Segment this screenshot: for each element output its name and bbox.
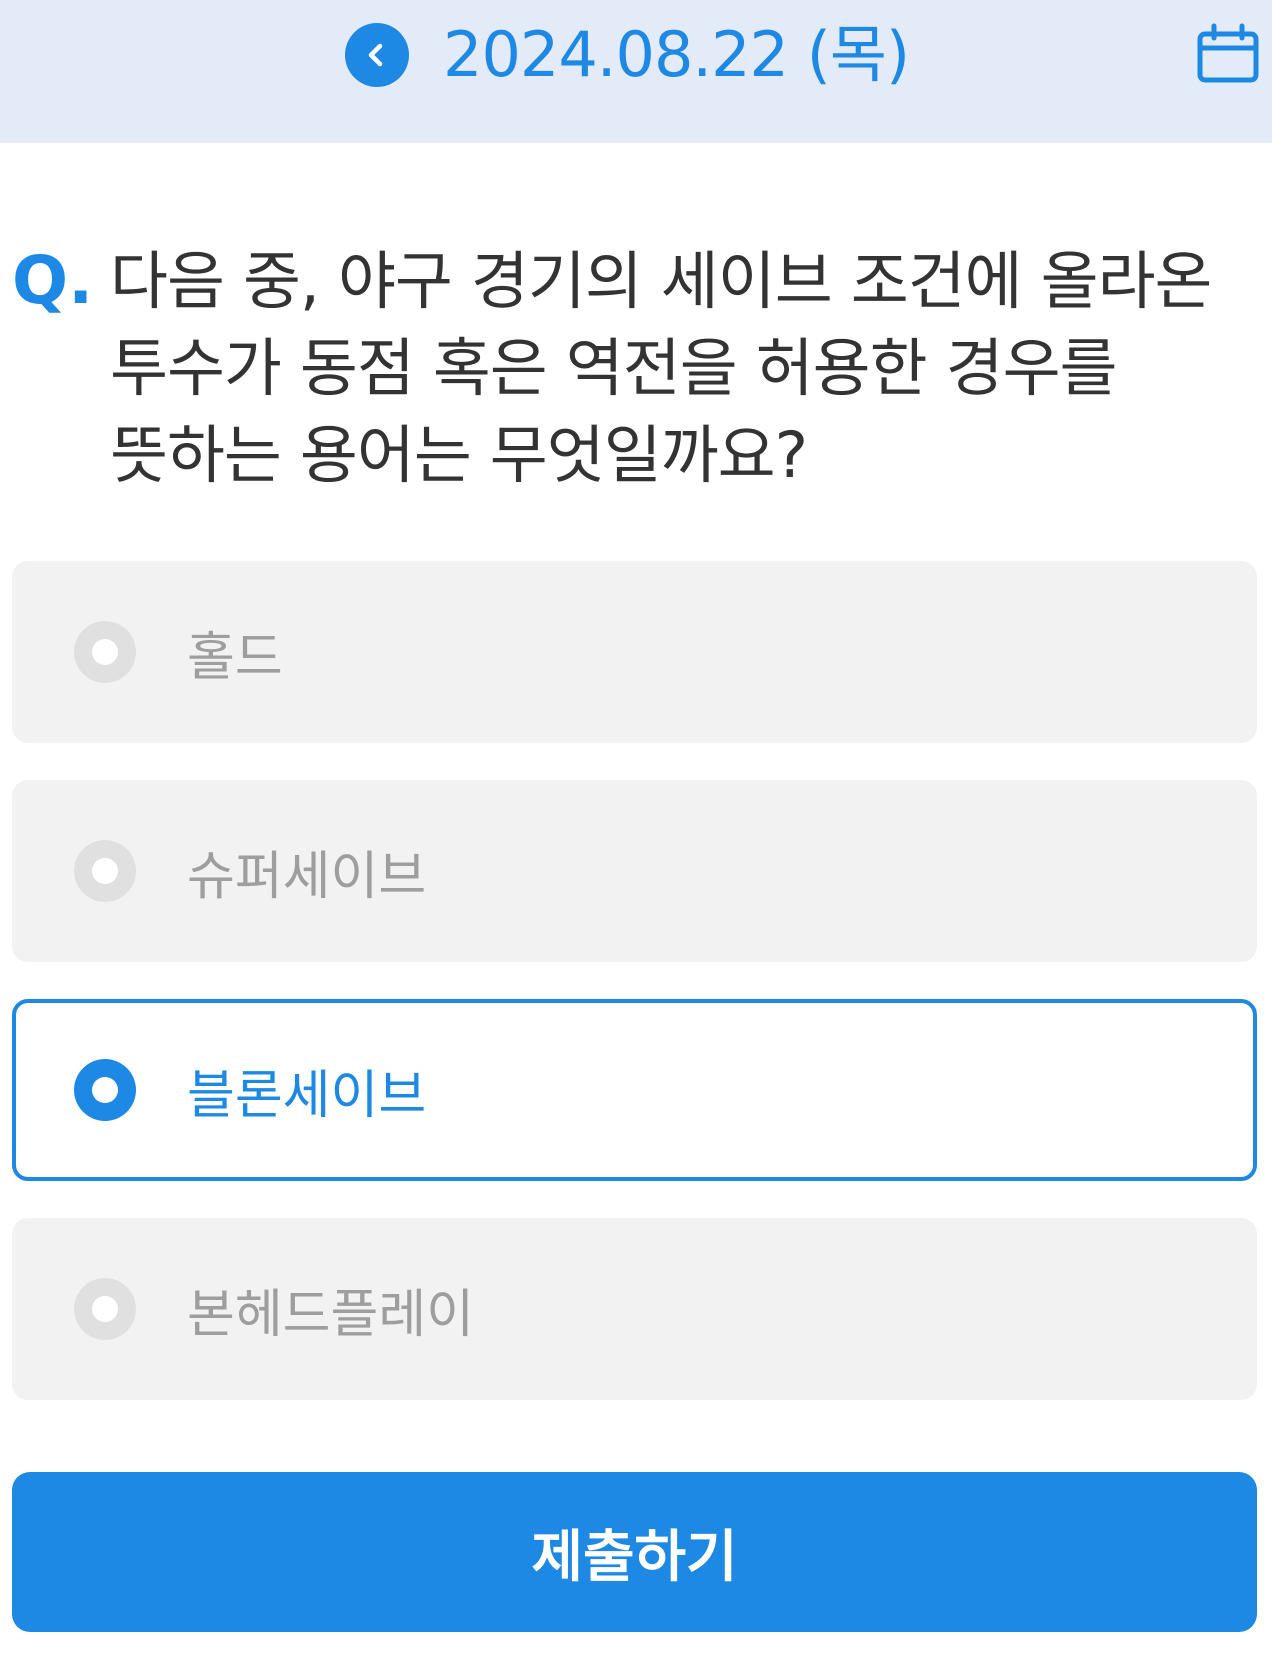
answer-option-4[interactable]: 본헤드플레이 xyxy=(12,1218,1257,1400)
radio-button-selected[interactable] xyxy=(74,1059,136,1121)
current-date: 2024.08.22 (목) xyxy=(443,18,910,91)
top-date-bar: 2024.08.22 (목) xyxy=(0,0,1272,143)
answer-option-label: 블론세이브 xyxy=(187,1065,427,1126)
radio-button-unselected[interactable] xyxy=(74,1278,136,1340)
question-text: 다음 중, 야구 경기의 세이브 조건에 올라온 투수가 동점 혹은 역전을 허… xyxy=(110,245,1213,492)
previous-day-button[interactable] xyxy=(345,23,409,87)
radio-button-unselected[interactable] xyxy=(74,840,136,902)
chevron-left-icon xyxy=(368,43,383,67)
answer-option-label: 본헤드플레이 xyxy=(187,1284,475,1345)
answer-option-label: 홀드 xyxy=(187,627,283,688)
answer-option-2[interactable]: 슈퍼세이브 xyxy=(12,780,1257,962)
answer-option-1[interactable]: 홀드 xyxy=(12,561,1257,743)
question-marker: Q. xyxy=(12,242,94,319)
radio-button-unselected[interactable] xyxy=(74,621,136,683)
answer-option-3[interactable]: 블론세이브 xyxy=(12,999,1257,1181)
answer-option-label: 슈퍼세이브 xyxy=(187,846,427,907)
date-navigator: 2024.08.22 (목) xyxy=(345,18,910,92)
calendar-icon xyxy=(1197,23,1259,83)
submit-button[interactable]: 제출하기 xyxy=(12,1472,1257,1632)
calendar-button[interactable] xyxy=(1196,22,1260,86)
